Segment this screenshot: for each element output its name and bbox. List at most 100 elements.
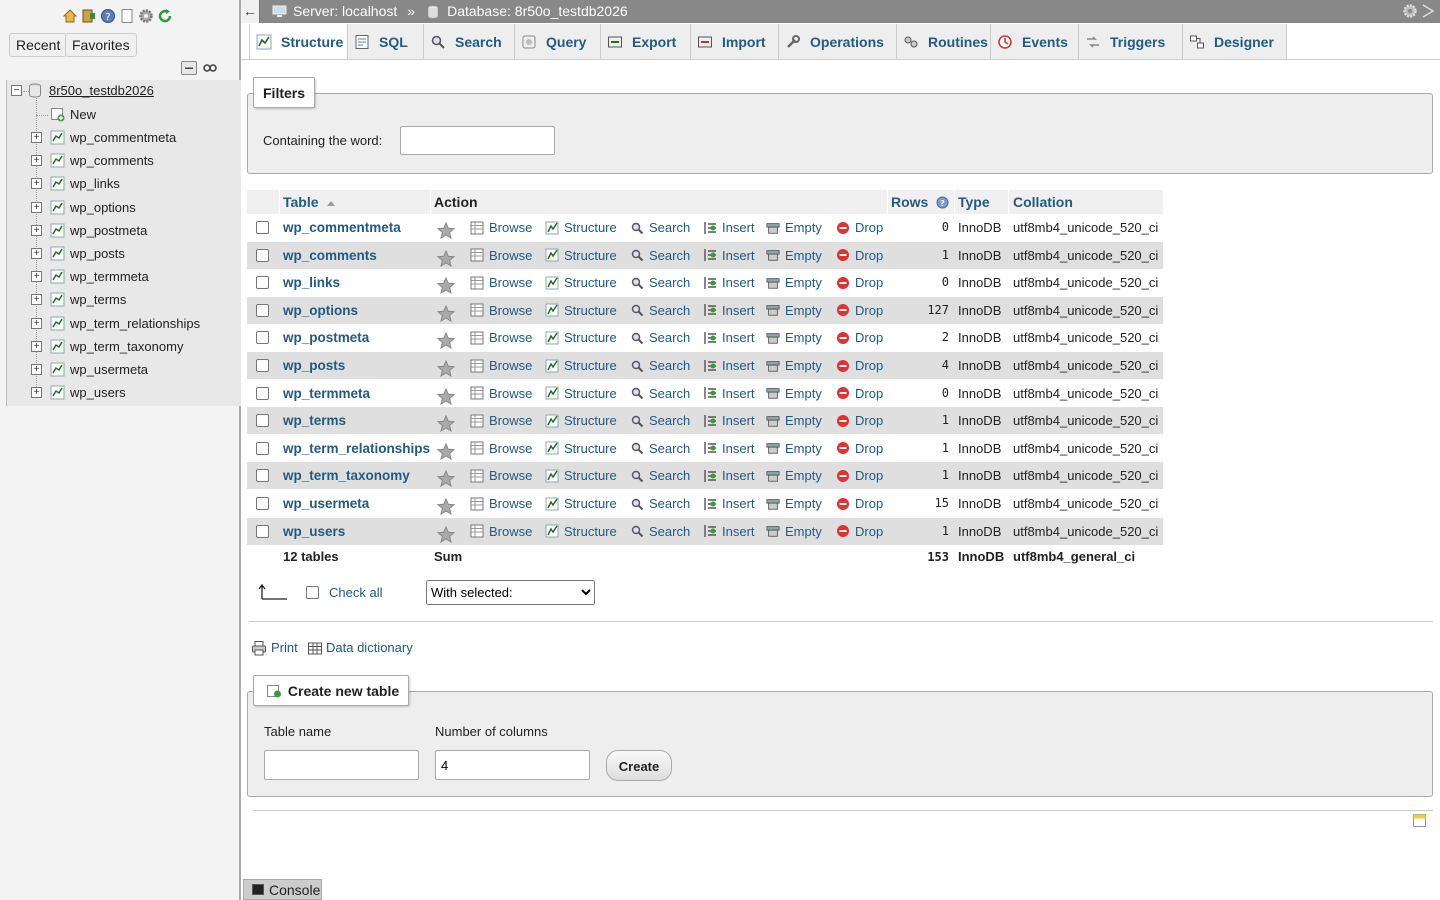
tab-import[interactable]: Import: [691, 24, 779, 59]
tree-table-name[interactable]: wp_links: [70, 173, 120, 195]
action-insert[interactable]: Insert: [703, 435, 755, 462]
page-settings-icon[interactable]: [1402, 3, 1418, 19]
action-browse[interactable]: Browse: [470, 380, 532, 407]
action-search[interactable]: Search: [630, 297, 690, 324]
action-search[interactable]: Search: [630, 380, 690, 407]
table-structure-icon[interactable]: [50, 153, 65, 168]
row-checkbox[interactable]: [256, 276, 269, 290]
action-browse[interactable]: Browse: [470, 518, 532, 545]
action-empty[interactable]: Empty: [766, 324, 822, 351]
table-name-link[interactable]: wp_usermeta: [283, 490, 369, 517]
expand-table-icon[interactable]: +: [31, 294, 42, 306]
action-insert[interactable]: Insert: [703, 242, 755, 269]
action-drop[interactable]: Drop: [836, 352, 883, 379]
tree-table-row[interactable]: + wp_options: [7, 197, 242, 219]
action-drop[interactable]: Drop: [836, 435, 883, 462]
tree-new-label[interactable]: New: [70, 104, 96, 126]
action-search[interactable]: Search: [630, 518, 690, 545]
action-empty[interactable]: Empty: [766, 242, 822, 269]
action-structure[interactable]: Structure: [545, 269, 617, 296]
action-insert[interactable]: Insert: [703, 380, 755, 407]
action-browse[interactable]: Browse: [470, 407, 532, 434]
action-structure[interactable]: Structure: [545, 242, 617, 269]
print-link[interactable]: Print: [271, 640, 298, 655]
tab-sql[interactable]: SQL: [348, 24, 424, 59]
table-name-link[interactable]: wp_users: [283, 518, 345, 545]
tree-table-row[interactable]: + wp_comments: [7, 150, 242, 172]
expand-table-icon[interactable]: +: [31, 317, 42, 329]
action-structure[interactable]: Structure: [545, 214, 617, 241]
action-search[interactable]: Search: [630, 490, 690, 517]
action-browse[interactable]: Browse: [470, 242, 532, 269]
recent-button[interactable]: Recent: [9, 33, 68, 57]
tab-triggers[interactable]: Triggers: [1079, 24, 1183, 59]
action-insert[interactable]: Insert: [703, 462, 755, 489]
header-table[interactable]: Table: [283, 190, 336, 214]
collapse-db-icon[interactable]: −: [11, 85, 22, 96]
tree-table-name[interactable]: wp_postmeta: [70, 220, 147, 242]
action-drop[interactable]: Drop: [836, 380, 883, 407]
sticky-note-icon[interactable]: [1412, 813, 1427, 831]
action-drop[interactable]: Drop: [836, 324, 883, 351]
tree-table-row[interactable]: + wp_users: [7, 382, 242, 404]
row-checkbox[interactable]: [256, 441, 269, 455]
favorite-star-icon[interactable]: [436, 525, 456, 543]
action-structure[interactable]: Structure: [545, 435, 617, 462]
action-empty[interactable]: Empty: [766, 297, 822, 324]
table-name-link[interactable]: wp_posts: [283, 352, 345, 379]
tree-new-table[interactable]: New: [7, 104, 242, 126]
action-structure[interactable]: Structure: [545, 462, 617, 489]
favorites-button[interactable]: Favorites: [65, 33, 137, 57]
tree-table-name[interactable]: wp_usermeta: [70, 359, 148, 381]
breadcrumb-database[interactable]: Database: 8r50o_testdb2026: [447, 0, 628, 23]
tree-table-row[interactable]: + wp_term_taxonomy: [7, 336, 242, 358]
tree-table-name[interactable]: wp_posts: [70, 243, 125, 265]
action-empty[interactable]: Empty: [766, 490, 822, 517]
toggle-navigation-icon[interactable]: ←: [241, 0, 260, 23]
action-empty[interactable]: Empty: [766, 518, 822, 545]
tree-db-name[interactable]: 8r50o_testdb2026: [49, 80, 154, 102]
favorite-star-icon[interactable]: [436, 414, 456, 433]
table-name-link[interactable]: wp_term_relationships: [283, 435, 430, 462]
action-search[interactable]: Search: [630, 462, 690, 489]
table-name-link[interactable]: wp_options: [283, 297, 358, 324]
tab-export[interactable]: Export: [601, 24, 691, 59]
tree-table-row[interactable]: + wp_postmeta: [7, 220, 242, 242]
tab-operations[interactable]: Operations: [779, 24, 897, 59]
expand-table-icon[interactable]: +: [31, 224, 42, 236]
print-icon[interactable]: [251, 640, 267, 659]
action-empty[interactable]: Empty: [766, 435, 822, 462]
header-type[interactable]: Type: [958, 190, 990, 214]
favorite-star-icon[interactable]: [436, 442, 456, 460]
table-name-input[interactable]: [264, 750, 419, 780]
action-insert[interactable]: Insert: [703, 518, 755, 545]
table-structure-icon[interactable]: [50, 362, 65, 377]
action-insert[interactable]: Insert: [703, 490, 755, 517]
num-columns-input[interactable]: [435, 750, 590, 780]
tree-table-name[interactable]: wp_term_taxonomy: [70, 336, 183, 358]
action-drop[interactable]: Drop: [836, 297, 883, 324]
action-empty[interactable]: Empty: [766, 380, 822, 407]
expand-table-icon[interactable]: +: [31, 387, 42, 399]
action-structure[interactable]: Structure: [545, 352, 617, 379]
row-checkbox[interactable]: [256, 497, 269, 510]
tab-search[interactable]: Search: [424, 24, 515, 59]
action-browse[interactable]: Browse: [470, 435, 532, 462]
expand-table-icon[interactable]: +: [31, 364, 42, 375]
table-structure-icon[interactable]: [50, 246, 65, 261]
action-empty[interactable]: Empty: [766, 462, 822, 489]
action-search[interactable]: Search: [630, 269, 690, 296]
action-drop[interactable]: Drop: [836, 214, 883, 241]
tree-table-name[interactable]: wp_termmeta: [70, 266, 149, 288]
data-dictionary-icon[interactable]: [307, 640, 323, 659]
tree-table-name[interactable]: wp_term_relationships: [70, 313, 200, 335]
table-structure-icon[interactable]: [50, 316, 65, 331]
action-browse[interactable]: Browse: [470, 214, 532, 241]
tree-table-row[interactable]: + wp_term_relationships: [7, 313, 242, 335]
tree-table-name[interactable]: wp_commentmeta: [70, 127, 176, 149]
table-name-link[interactable]: wp_term_taxonomy: [283, 462, 410, 489]
action-structure[interactable]: Structure: [545, 407, 617, 434]
tree-table-row[interactable]: + wp_links: [7, 173, 242, 195]
link-with-main-icon[interactable]: [202, 61, 218, 75]
reload-icon[interactable]: [157, 8, 173, 24]
